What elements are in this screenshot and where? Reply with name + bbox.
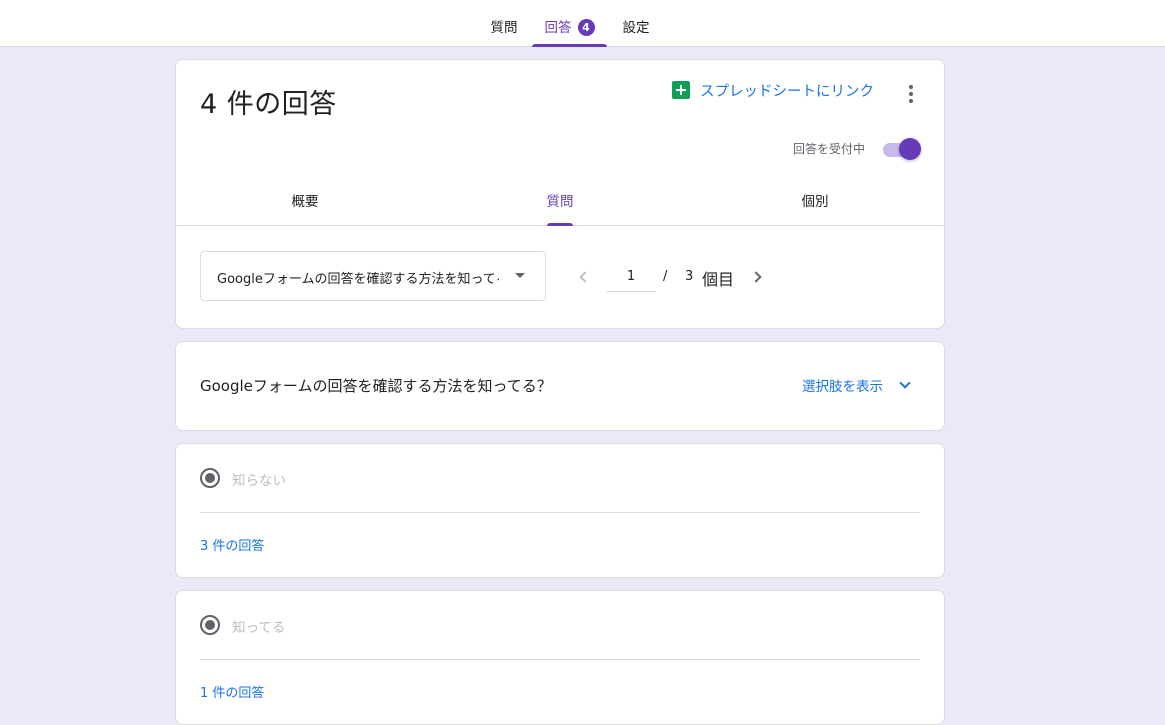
page-separator: / bbox=[663, 269, 668, 284]
top-nav-bar: 質問 回答 4 設定 bbox=[0, 0, 1165, 47]
link-to-sheets-button[interactable]: スプレッドシートにリンク bbox=[672, 80, 874, 100]
tab-responses-label: 回答 bbox=[544, 20, 572, 36]
toggle-knob bbox=[899, 138, 921, 160]
subtab-question-label: 質問 bbox=[546, 194, 574, 210]
tab-questions[interactable]: 質問 bbox=[486, 0, 522, 47]
tab-settings[interactable]: 設定 bbox=[618, 0, 654, 47]
page-total: 3 bbox=[685, 269, 694, 284]
subtab-individual-label: 個別 bbox=[801, 194, 829, 210]
radio-checked-icon bbox=[200, 615, 220, 635]
subtab-individual[interactable]: 個別 bbox=[770, 180, 860, 226]
tab-responses[interactable]: 回答 4 bbox=[532, 0, 607, 47]
response-count-link[interactable]: 3 件の回答 bbox=[200, 535, 264, 554]
tab-settings-label: 設定 bbox=[622, 20, 650, 36]
page-suffix: 個目 bbox=[702, 270, 735, 289]
option-label: 知らない bbox=[232, 473, 286, 489]
radio-checked-icon bbox=[200, 468, 220, 488]
question-select-value: Googleフォームの回答を確認する方法を知ってる？ bbox=[217, 272, 499, 287]
option-label: 知ってる bbox=[232, 620, 286, 636]
option-card: 知ってる 1 件の回答 bbox=[175, 590, 945, 725]
responses-summary-card: 4 件の回答 スプレッドシートにリンク 回答を受付中 概要 質問 個別 Goog… bbox=[175, 59, 945, 329]
link-to-sheets-label: スプレッドシートにリンク bbox=[700, 83, 874, 100]
response-count-link[interactable]: 1 件の回答 bbox=[200, 682, 264, 701]
caret-down-icon bbox=[515, 273, 525, 278]
page-title: 4 件の回答 bbox=[200, 89, 337, 120]
question-select-dropdown[interactable]: Googleフォームの回答を確認する方法を知ってる？ bbox=[200, 251, 546, 301]
responses-count-badge: 4 bbox=[577, 19, 595, 36]
subtab-summary[interactable]: 概要 bbox=[260, 180, 350, 226]
subtab-question[interactable]: 質問 bbox=[515, 180, 605, 226]
question-card: Googleフォームの回答を確認する方法を知ってる？ 選択肢を表示 bbox=[175, 341, 945, 431]
expand-more-icon bbox=[899, 377, 911, 389]
response-view-tabs: 概要 質問 個別 bbox=[176, 180, 944, 226]
page-number-input[interactable]: 1 bbox=[606, 262, 656, 292]
option-card: 知らない 3 件の回答 bbox=[175, 443, 945, 578]
more-vert-icon[interactable] bbox=[901, 82, 921, 106]
accepting-responses-label: 回答を受付中 bbox=[793, 142, 866, 156]
active-subtab-indicator bbox=[547, 223, 573, 226]
show-options-label: 選択肢を表示 bbox=[802, 379, 883, 395]
divider bbox=[200, 659, 920, 660]
active-tab-indicator bbox=[532, 44, 607, 47]
chevron-right-icon[interactable] bbox=[750, 266, 766, 286]
sheets-icon bbox=[672, 81, 690, 99]
subtab-summary-label: 概要 bbox=[291, 194, 319, 210]
question-title: Googleフォームの回答を確認する方法を知ってる？ bbox=[200, 377, 552, 395]
divider bbox=[200, 512, 920, 513]
show-options-button[interactable]: 選択肢を表示 bbox=[802, 375, 911, 395]
chevron-left-icon[interactable] bbox=[576, 266, 592, 286]
tab-questions-label: 質問 bbox=[490, 20, 518, 36]
accepting-responses-toggle[interactable] bbox=[883, 138, 921, 160]
